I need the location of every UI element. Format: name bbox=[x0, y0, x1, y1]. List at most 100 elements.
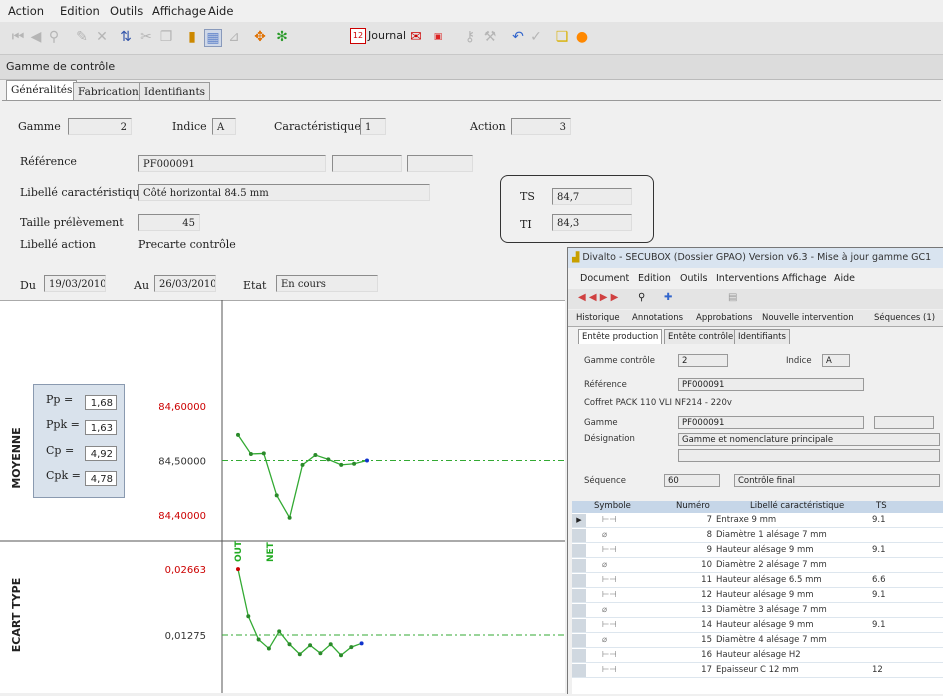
menu-outils[interactable]: Outils bbox=[110, 4, 143, 18]
menu-affichage[interactable]: Affichage bbox=[152, 4, 206, 18]
table-row[interactable]: ▶ ⊢⊣ 7 Entraxe 9 mm 9.1 bbox=[572, 514, 943, 528]
cell-sel bbox=[572, 574, 586, 587]
secubox-search-icon[interactable]: ⚲ bbox=[638, 292, 645, 303]
secubox-doc-icon[interactable]: ▤ bbox=[728, 292, 737, 303]
secubox-indice-field[interactable]: A bbox=[822, 354, 850, 367]
secubox-nav-icon[interactable]: ◀ ◀ ▶ ▶ bbox=[578, 292, 618, 303]
col-numero[interactable]: Numéro bbox=[676, 501, 710, 511]
table-row[interactable]: ⌀ 8 Diamètre 1 alésage 7 mm bbox=[572, 529, 943, 543]
gamme-controle-field[interactable]: 2 bbox=[678, 354, 728, 367]
secubox-reference-field[interactable]: PF000091 bbox=[678, 378, 864, 391]
secubox-menu-interventions[interactable]: Interventions bbox=[716, 273, 779, 284]
table-row[interactable]: ⌀ 13 Diamètre 3 alésage 7 mm bbox=[572, 604, 943, 618]
menu-action[interactable]: Action bbox=[8, 4, 44, 18]
tab-entete-controle[interactable]: Entête contrôle bbox=[664, 329, 738, 344]
key-icon[interactable]: ⚷ bbox=[462, 29, 478, 45]
validate-icon[interactable]: ✓ bbox=[528, 29, 544, 45]
moyenne-tick-label: 84,50000 bbox=[158, 457, 206, 468]
cut-icon[interactable]: ✂ bbox=[138, 29, 154, 45]
cell-sel bbox=[572, 604, 586, 617]
reference-extra-1[interactable] bbox=[332, 155, 402, 172]
sort-icon[interactable]: ⇅ bbox=[118, 29, 134, 45]
line-chart-icon[interactable]: ⊿ bbox=[226, 29, 242, 45]
designation-field[interactable]: Gamme et nomenclature principale bbox=[678, 433, 940, 446]
action-field[interactable]: 3 bbox=[511, 118, 571, 135]
gamme-field[interactable]: 2 bbox=[68, 118, 132, 135]
table-row[interactable]: ⊢⊣ 14 Hauteur alésage 9 mm 9.1 bbox=[572, 619, 943, 633]
reference-field[interactable]: PF000091 bbox=[138, 155, 326, 172]
tab-generalites[interactable]: Généralités bbox=[6, 80, 78, 101]
caracteristique-field[interactable]: 1 bbox=[360, 118, 386, 135]
bar-chart-icon[interactable]: ▮ bbox=[184, 29, 200, 45]
table-row[interactable]: ⊢⊣ 11 Hauteur alésage 6.5 mm 6.6 bbox=[572, 574, 943, 588]
cell-num: 8 bbox=[706, 530, 712, 540]
tab-approbations[interactable]: Approbations bbox=[696, 313, 752, 323]
secubox-gamme-extra[interactable] bbox=[874, 416, 934, 429]
taille-prelevement-field[interactable]: 45 bbox=[138, 214, 200, 231]
cell-num: 12 bbox=[701, 590, 712, 600]
cp-label: Cp = bbox=[46, 444, 75, 457]
secubox-menu-edition[interactable]: Edition bbox=[638, 273, 671, 284]
help-icon[interactable]: ● bbox=[574, 29, 590, 45]
du-field[interactable]: 19/03/2010 bbox=[44, 275, 106, 292]
tools-icon[interactable]: ⚒ bbox=[482, 29, 498, 45]
tab-nouvelle-intervention[interactable]: Nouvelle intervention bbox=[762, 313, 854, 323]
reference-extra-2[interactable] bbox=[407, 155, 473, 172]
etat-field[interactable]: En cours bbox=[276, 275, 378, 292]
tab-annotations[interactable]: Annotations bbox=[632, 313, 683, 323]
tab-entete-production[interactable]: Entête production bbox=[578, 329, 663, 344]
table-row[interactable]: ⌀ 10 Diamètre 2 alésage 7 mm bbox=[572, 559, 943, 573]
first-record-icon[interactable]: ⏮ bbox=[10, 29, 26, 45]
sequence-field[interactable]: 60 bbox=[664, 474, 720, 487]
secubox-menu-document[interactable]: Document bbox=[580, 273, 629, 284]
col-ts[interactable]: TS bbox=[876, 501, 887, 511]
pdf-icon[interactable]: ▣ bbox=[430, 29, 446, 45]
navigate-icon[interactable]: ✥ bbox=[252, 29, 268, 45]
table-row[interactable]: ⊢⊣ 17 Epaisseur C 12 mm 12 bbox=[572, 664, 943, 678]
copy-icon[interactable]: ❐ bbox=[158, 29, 174, 45]
edit-icon[interactable]: ✎ bbox=[74, 29, 90, 45]
email-icon[interactable]: ✉ bbox=[408, 29, 424, 45]
coffret-text: Coffret PACK 110 VLI NF214 - 220v bbox=[584, 398, 732, 408]
menu-aide[interactable]: Aide bbox=[208, 4, 233, 18]
designation-field-2[interactable] bbox=[678, 449, 940, 462]
journal-button[interactable]: 12 Journal bbox=[350, 28, 406, 44]
table-row[interactable]: ⌀ 15 Diamètre 4 alésage 7 mm bbox=[572, 634, 943, 648]
table-row[interactable]: ⊢⊣ 16 Hauteur alésage H2 bbox=[572, 649, 943, 663]
ti-field[interactable]: 84,3 bbox=[552, 214, 632, 231]
secubox-gamme-field[interactable]: PF000091 bbox=[678, 416, 864, 429]
au-field[interactable]: 26/03/2010 bbox=[154, 275, 216, 292]
tab-historique[interactable]: Historique bbox=[576, 313, 620, 323]
secubox-menu-outils[interactable]: Outils bbox=[680, 273, 707, 284]
secubox-menu-affichage[interactable]: Affichage bbox=[782, 273, 827, 284]
table-row[interactable]: ⊢⊣ 12 Hauteur alésage 9 mm 9.1 bbox=[572, 589, 943, 603]
cell-sym: ⊢⊣ bbox=[602, 620, 617, 630]
tab-sequences[interactable]: Séquences (1) bbox=[874, 313, 935, 323]
chart-view-icon[interactable]: ▦ bbox=[204, 29, 222, 47]
ts-field[interactable]: 84,7 bbox=[552, 188, 632, 205]
tab-secubox-identifiants[interactable]: Identifiants bbox=[734, 329, 790, 344]
cell-num: 7 bbox=[706, 515, 712, 525]
secubox-toolbar: ◀ ◀ ▶ ▶ ⚲ ✚ ▤ bbox=[568, 289, 943, 309]
indice-field[interactable]: A bbox=[212, 118, 236, 135]
cell-lib: Entraxe 9 mm bbox=[716, 515, 777, 525]
table-row[interactable]: ⊢⊣ 9 Hauteur alésage 9 mm 9.1 bbox=[572, 544, 943, 558]
previous-icon[interactable]: ◀ bbox=[28, 29, 44, 45]
libelle-caracteristique-field[interactable]: Côté horizontal 84.5 mm bbox=[138, 184, 430, 201]
undo-icon[interactable]: ↶ bbox=[510, 29, 526, 45]
gamme-label: Gamme bbox=[18, 120, 61, 133]
sequence-libelle-field[interactable]: Contrôle final bbox=[734, 474, 940, 487]
col-symbole[interactable]: Symbole bbox=[594, 501, 631, 511]
ecart-point bbox=[277, 629, 282, 634]
window-icon[interactable]: ❏ bbox=[554, 29, 570, 45]
menu-edition[interactable]: Edition bbox=[60, 4, 100, 18]
designation-label: Désignation bbox=[584, 434, 635, 444]
delete-icon[interactable]: ✕ bbox=[94, 29, 110, 45]
refresh-icon[interactable]: ✻ bbox=[274, 29, 290, 45]
search-binoculars-icon[interactable]: ⚲ bbox=[46, 29, 62, 45]
tab-identifiants[interactable]: Identifiants bbox=[139, 82, 211, 101]
secubox-add-icon[interactable]: ✚ bbox=[664, 292, 672, 303]
col-libelle[interactable]: Libellé caractéristique bbox=[750, 501, 844, 511]
secubox-menu-aide[interactable]: Aide bbox=[834, 273, 855, 284]
tab-fabrication[interactable]: Fabrication bbox=[73, 82, 144, 101]
